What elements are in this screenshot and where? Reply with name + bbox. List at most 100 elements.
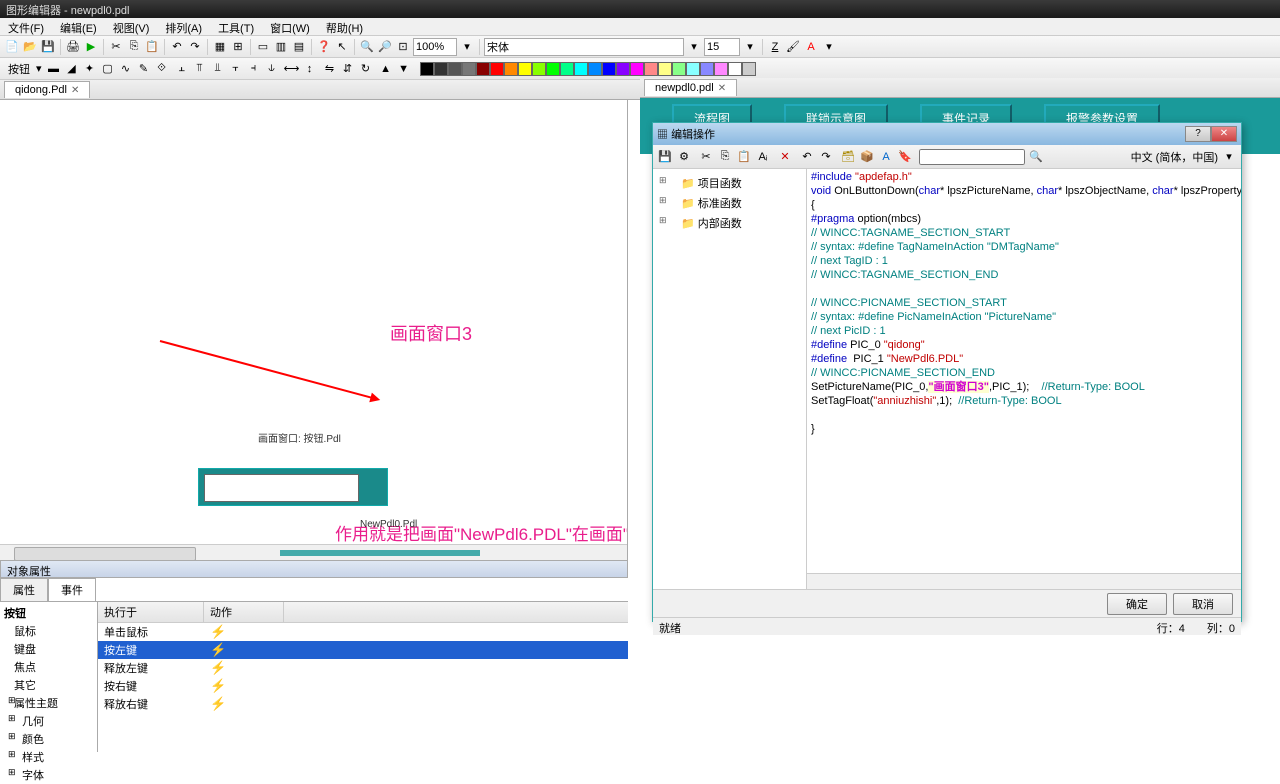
dist-h[interactable]: ⟷ bbox=[284, 61, 300, 77]
menu-item[interactable]: 排列(A) bbox=[157, 18, 210, 35]
color-swatch[interactable] bbox=[644, 62, 658, 76]
tool-f[interactable]: ⟐ bbox=[154, 61, 170, 77]
tree-internal-fn[interactable]: 📁 内部函数 bbox=[657, 213, 802, 233]
print-icon[interactable]: 🖨 bbox=[65, 39, 81, 55]
win1-icon[interactable]: ▭ bbox=[255, 39, 271, 55]
help-button[interactable]: ? bbox=[1185, 126, 1211, 142]
search-box[interactable] bbox=[919, 149, 1025, 165]
cut-icon[interactable]: ✂ bbox=[698, 149, 714, 165]
align-b[interactable]: ⫝ bbox=[264, 61, 280, 77]
color-swatch[interactable] bbox=[546, 62, 560, 76]
front[interactable]: ▲ bbox=[378, 61, 394, 77]
tab-attrs[interactable]: 属性 bbox=[0, 578, 48, 601]
color-swatch[interactable] bbox=[616, 62, 630, 76]
tool-b[interactable]: ✦ bbox=[82, 61, 98, 77]
tree-mouse[interactable]: 鼠标 bbox=[2, 622, 95, 640]
tree-color[interactable]: 颜色 bbox=[2, 730, 95, 748]
win2-icon[interactable]: ▥ bbox=[273, 39, 289, 55]
color-swatch[interactable] bbox=[448, 62, 462, 76]
tab-newpdl0[interactable]: newpdl0.pdl✕ bbox=[644, 79, 737, 96]
color-swatch[interactable] bbox=[504, 62, 518, 76]
color-swatch[interactable] bbox=[574, 62, 588, 76]
paste-icon[interactable]: 📋 bbox=[144, 39, 160, 55]
col-action[interactable]: 动作 bbox=[204, 602, 284, 622]
copy-icon[interactable]: ⎘ bbox=[126, 39, 142, 55]
help-icon[interactable]: ❓ bbox=[316, 39, 332, 55]
menu-item[interactable]: 视图(V) bbox=[105, 18, 158, 35]
pointer-icon[interactable]: ↖ bbox=[334, 39, 350, 55]
tree-geom[interactable]: 几何 bbox=[2, 712, 95, 730]
tool-c[interactable]: ▢ bbox=[100, 61, 116, 77]
search-icon[interactable]: 🔍 bbox=[1028, 149, 1044, 165]
picture-window[interactable] bbox=[198, 468, 388, 506]
save-icon[interactable]: 💾 bbox=[40, 39, 56, 55]
row-ldown[interactable]: 按左键⚡ bbox=[98, 641, 628, 659]
color-swatch[interactable] bbox=[742, 62, 756, 76]
win3-icon[interactable]: ▤ bbox=[291, 39, 307, 55]
color-swatch[interactable] bbox=[658, 62, 672, 76]
run-icon[interactable]: ▶ bbox=[83, 39, 99, 55]
tree-keyboard[interactable]: 键盘 bbox=[2, 640, 95, 658]
menu-item[interactable]: 工具(T) bbox=[210, 18, 262, 35]
snap-icon[interactable]: ⊞ bbox=[230, 39, 246, 55]
grid-icon[interactable]: ▦ bbox=[212, 39, 228, 55]
back[interactable]: ▼ bbox=[396, 61, 412, 77]
menu-item[interactable]: 编辑(E) bbox=[52, 18, 105, 35]
color-swatch[interactable] bbox=[490, 62, 504, 76]
font-select[interactable] bbox=[484, 38, 684, 56]
code-editor[interactable]: #include "apdefap.h" void OnLButtonDown(… bbox=[807, 169, 1241, 589]
tool-a[interactable]: ◢ bbox=[64, 61, 80, 77]
color-swatch[interactable] bbox=[588, 62, 602, 76]
color-swatch[interactable] bbox=[532, 62, 546, 76]
copy-icon[interactable]: ⎘ bbox=[717, 149, 733, 165]
color1-icon[interactable]: 🖌 bbox=[785, 39, 801, 55]
dropdown-icon[interactable]: ▾ bbox=[459, 39, 475, 55]
color-swatch[interactable] bbox=[560, 62, 574, 76]
row-lup[interactable]: 释放左键⚡ bbox=[98, 659, 628, 677]
rotate[interactable]: ↻ bbox=[358, 61, 374, 77]
function-tree[interactable]: 📁 项目函数 📁 标准函数 📁 内部函数 bbox=[653, 169, 807, 589]
new-icon[interactable]: 📄 bbox=[4, 39, 20, 55]
db-icon[interactable]: 🗃 bbox=[840, 149, 856, 165]
bookmark-icon[interactable]: 🔖 bbox=[897, 149, 913, 165]
tree-style[interactable]: 样式 bbox=[2, 748, 95, 766]
color-swatch[interactable] bbox=[714, 62, 728, 76]
design-canvas[interactable]: 画面窗口3 画面窗口: 按钮.Pdl CTRL - 双击打开画面。 作用就是把画… bbox=[0, 100, 628, 560]
color-swatch[interactable] bbox=[686, 62, 700, 76]
color-swatch[interactable] bbox=[462, 62, 476, 76]
bold-icon[interactable]: Z bbox=[767, 39, 783, 55]
color-swatch[interactable] bbox=[672, 62, 686, 76]
open-icon[interactable]: 📂 bbox=[22, 39, 38, 55]
code-hscroll[interactable] bbox=[807, 573, 1241, 589]
color-swatch[interactable] bbox=[518, 62, 532, 76]
tree-font[interactable]: 字体 bbox=[2, 766, 95, 784]
align-l[interactable]: ⫠ bbox=[174, 61, 190, 77]
undo-icon[interactable]: ↶ bbox=[799, 149, 815, 165]
paste-icon[interactable]: 📋 bbox=[736, 149, 752, 165]
hscroll[interactable] bbox=[0, 544, 627, 560]
font-icon[interactable]: Aᵢ bbox=[755, 149, 771, 165]
layer-icon[interactable]: ▬ bbox=[46, 61, 62, 77]
tree-theme[interactable]: 属性主题 bbox=[2, 694, 95, 712]
row-click[interactable]: 单击鼠标⚡ bbox=[98, 623, 628, 641]
find-icon[interactable]: A bbox=[878, 149, 894, 165]
zoomfit-icon[interactable]: ⊡ bbox=[395, 39, 411, 55]
color-swatch[interactable] bbox=[434, 62, 448, 76]
menu-item[interactable]: 帮助(H) bbox=[318, 18, 371, 35]
compile-icon[interactable]: ⚙ bbox=[676, 149, 692, 165]
color-swatch[interactable] bbox=[728, 62, 742, 76]
dist-v[interactable]: ↕ bbox=[302, 61, 318, 77]
tool-e[interactable]: ✎ bbox=[136, 61, 152, 77]
zoomin-icon[interactable]: 🔍 bbox=[359, 39, 375, 55]
menu-item[interactable]: 窗口(W) bbox=[262, 18, 318, 35]
delete-icon[interactable]: ✕ bbox=[777, 149, 793, 165]
redo-icon[interactable]: ↷ bbox=[818, 149, 834, 165]
flip-v[interactable]: ⇵ bbox=[340, 61, 356, 77]
tree-focus[interactable]: 焦点 bbox=[2, 658, 95, 676]
color-swatch[interactable] bbox=[700, 62, 714, 76]
zoomout-icon[interactable]: 🔎 bbox=[377, 39, 393, 55]
cancel-button[interactable]: 取消 bbox=[1173, 593, 1233, 615]
tool-d[interactable]: ∿ bbox=[118, 61, 134, 77]
color2-icon[interactable]: A bbox=[803, 39, 819, 55]
close-icon[interactable]: ✕ bbox=[718, 83, 726, 94]
